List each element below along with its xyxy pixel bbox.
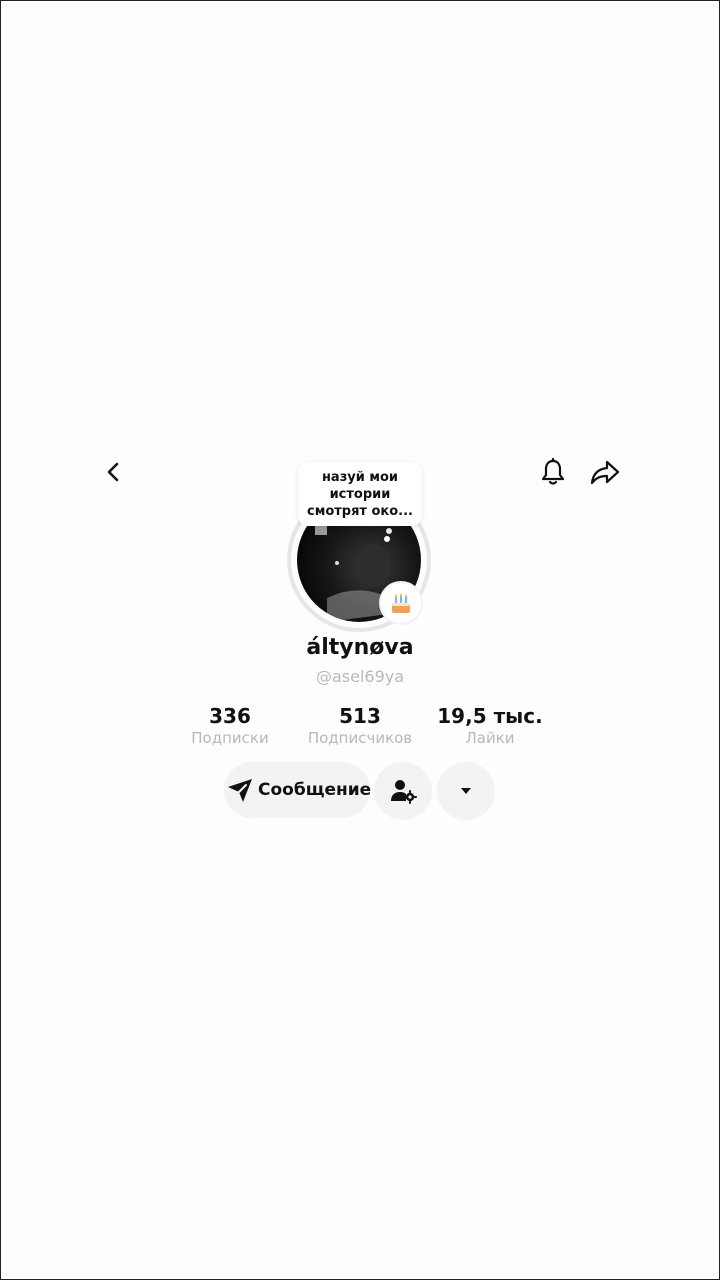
stat-value: 19,5 тыс. [437, 704, 543, 728]
display-name: áltynøva [306, 635, 414, 660]
message-button[interactable]: Сообщение [224, 762, 372, 818]
stat-value: 513 [339, 704, 381, 728]
bubble-tail-dot [384, 536, 390, 542]
stat-following[interactable]: 336 Подписки [160, 703, 300, 747]
bell-icon [541, 457, 565, 485]
stat-label: Лайки [465, 729, 515, 747]
birthday-badge [381, 583, 421, 623]
note-line: смотрят око... [306, 503, 413, 519]
note-line: истории [329, 486, 391, 502]
more-options-button[interactable] [437, 762, 495, 820]
profile-note-bubble[interactable]: назуй мои истории смотрят око... [298, 462, 422, 526]
share-button[interactable] [583, 450, 627, 494]
stat-label: Подписчиков [307, 729, 413, 747]
notification-bell-button[interactable] [531, 450, 575, 494]
back-button[interactable] [92, 450, 136, 494]
send-arrow-icon [226, 775, 254, 805]
stat-value: 336 [209, 704, 251, 728]
person-settings-icon [391, 780, 417, 804]
follow-settings-button[interactable] [374, 762, 432, 820]
note-line: назуй мои [321, 469, 399, 485]
caret-down-icon [461, 788, 471, 794]
chevron-left-icon [107, 462, 119, 482]
profile-note-text: назуй мои истории смотрят око... [307, 469, 413, 520]
username: @asel69ya [315, 667, 405, 686]
stat-followers[interactable]: 513 Подписчиков [290, 703, 430, 747]
stat-label: Подписки [191, 729, 269, 747]
birthday-cake-icon [392, 593, 410, 613]
share-arrow-icon [590, 460, 620, 485]
message-button-label: Сообщение [258, 780, 372, 800]
stat-likes[interactable]: 19,5 тыс. Лайки [420, 703, 560, 747]
